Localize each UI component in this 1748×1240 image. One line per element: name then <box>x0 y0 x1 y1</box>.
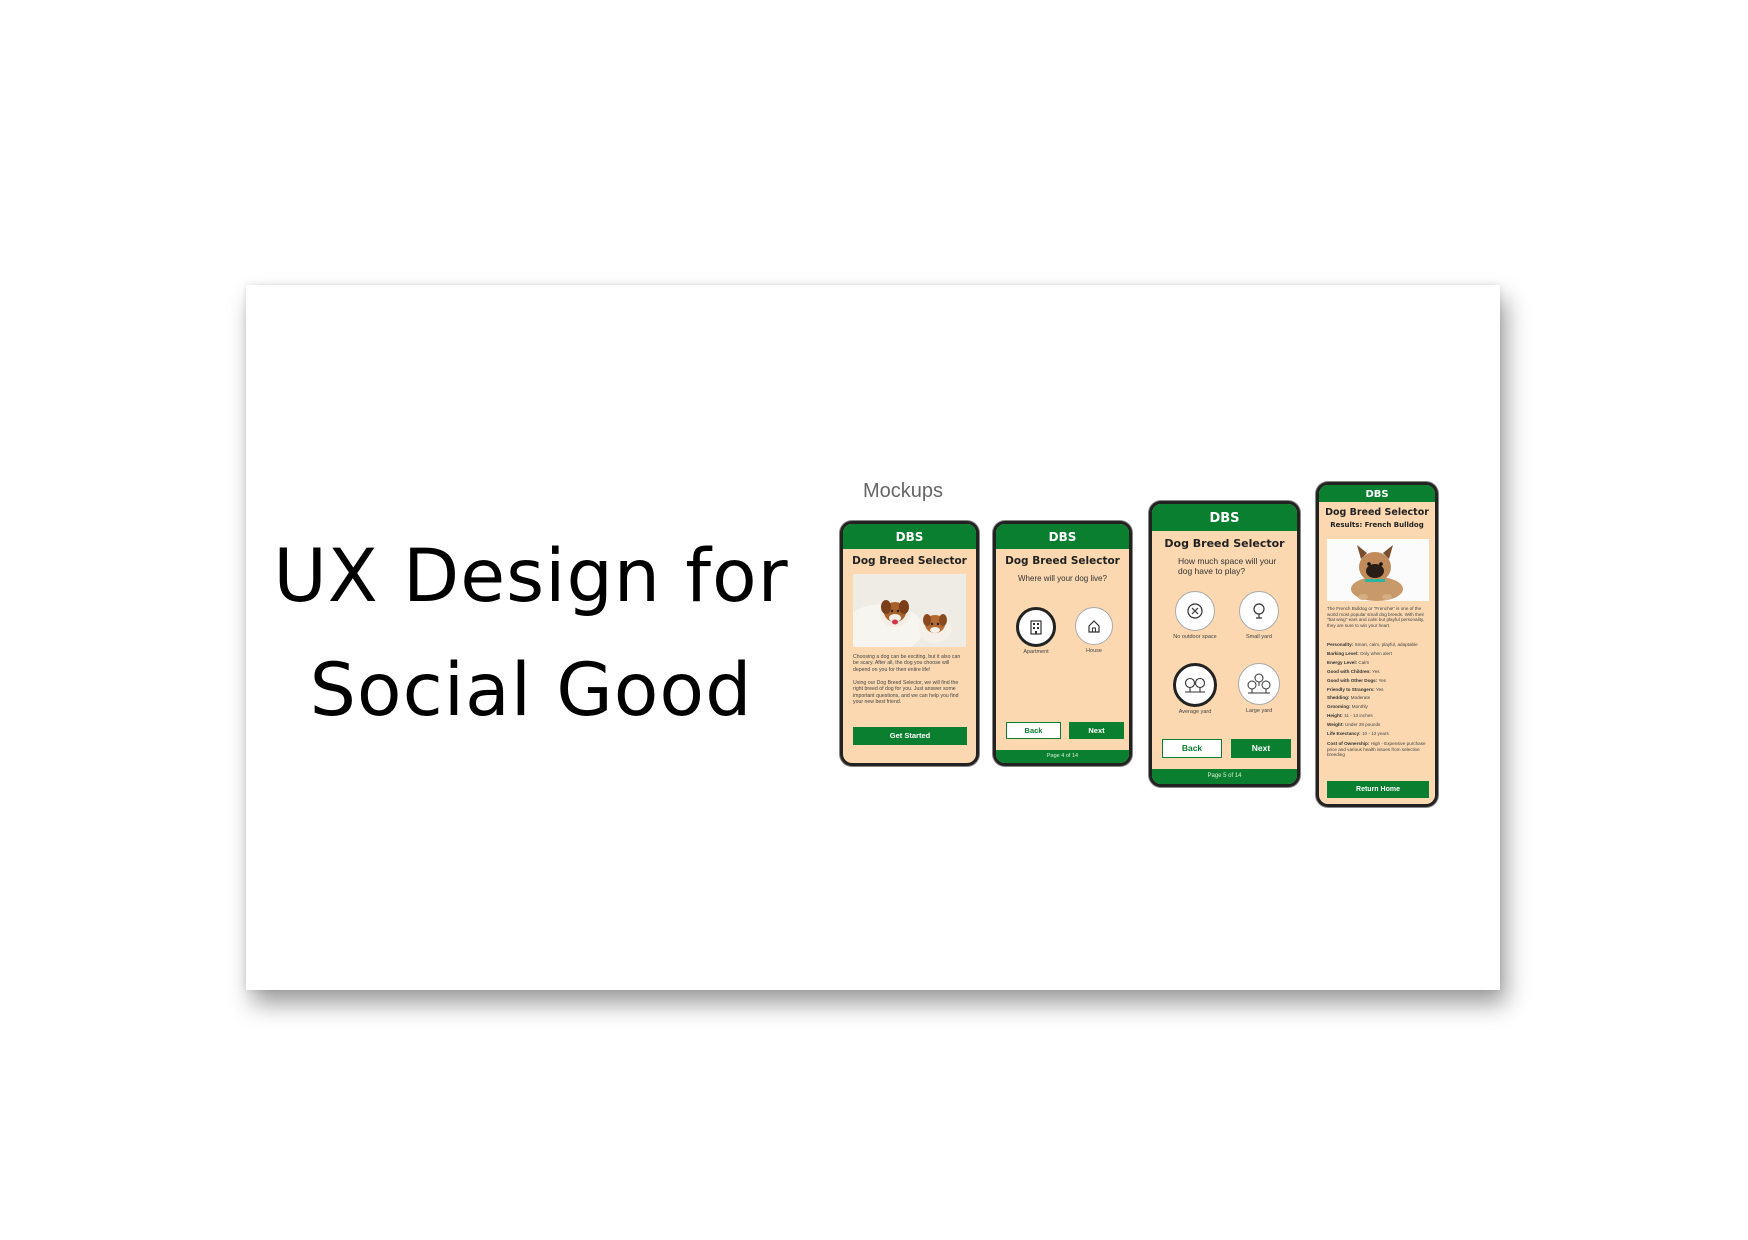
puppies-photo <box>853 574 966 647</box>
attribute-key: Good with Other Dogs: <box>1327 677 1378 683</box>
attribute-value: Under 28 pounds <box>1345 722 1381 728</box>
option-large-yard[interactable]: Large yard <box>1234 663 1284 714</box>
app-header: DBS <box>843 524 976 549</box>
option-label: Small yard <box>1246 634 1272 640</box>
breed-attribute-row: Energy Level: Calm <box>1327 659 1433 668</box>
option-label: Average yard <box>1178 709 1212 715</box>
question-text: How much space will your dog have to pla… <box>1178 556 1277 576</box>
breed-attribute-row: Life Exectancy: 10 - 12 years <box>1327 730 1433 739</box>
attribute-key: Friendly to Strangers: <box>1327 686 1375 692</box>
breed-attribute-row: Height: 11 - 13 inches <box>1327 712 1433 721</box>
attribute-value: Yes <box>1375 686 1384 692</box>
attribute-key: Personality: <box>1327 642 1354 647</box>
two-trees-icon <box>1173 663 1217 707</box>
app-header: DBS <box>1319 485 1435 502</box>
attribute-value: Yes <box>1378 677 1386 683</box>
breed-attribute-row: Friendly to Strangers: Yes <box>1327 686 1433 695</box>
breed-attribute-row: Shedding: Moderate <box>1327 694 1433 703</box>
back-button[interactable]: Back <box>1162 739 1222 758</box>
option-label: Large yard <box>1245 708 1273 714</box>
breed-attribute-row: Good with Other Dogs: Yes <box>1327 677 1433 686</box>
app-header: DBS <box>1152 504 1297 531</box>
attribute-key: Grooming: <box>1327 704 1351 710</box>
house-icon <box>1075 607 1113 645</box>
phone-mockup-play-space: DBS Dog Breed Selector How much space wi… <box>1149 501 1300 787</box>
intro-paragraph-1: Choosing a dog can be exciting, but it a… <box>853 654 961 673</box>
attribute-key: Barking Level: <box>1327 650 1359 656</box>
attribute-key: Cost of Ownership: <box>1327 740 1370 746</box>
breed-attribute-row: Barking Level: Only when alert <box>1327 650 1433 659</box>
option-small-yard[interactable]: Small yard <box>1234 591 1284 640</box>
question-text: Where will your dog live? <box>1018 574 1107 583</box>
slide: UX Design for Social Good Mockups DBS Do… <box>246 285 1500 990</box>
option-average-yard[interactable]: Average yard <box>1168 663 1222 715</box>
attribute-key: Life Exectancy: <box>1327 731 1361 737</box>
app-title: Dog Breed Selector <box>852 555 967 567</box>
attribute-value: Monthly <box>1351 704 1368 710</box>
attribute-value: Moderate <box>1350 695 1371 701</box>
attribute-value: 10 - 12 years <box>1361 731 1389 737</box>
breed-attribute-row: Cost of Ownership: High - Expensive purc… <box>1327 741 1433 758</box>
option-apartment[interactable]: Apartment <box>1014 607 1058 655</box>
breed-attribute-row: Weight: Under 28 pounds <box>1327 721 1433 730</box>
attribute-value: Smart, calm, playful, adaptable <box>1354 642 1418 647</box>
attribute-key: Energy Level: <box>1327 659 1358 665</box>
phone-mockup-welcome: DBS Dog Breed Selector Choosing a dog ca… <box>840 521 979 766</box>
get-started-button[interactable]: Get Started <box>853 727 967 745</box>
french-bulldog-illustration <box>1327 539 1429 601</box>
breed-attribute-row: Personality: Smart, calm, playful, adapt… <box>1327 641 1433 650</box>
attribute-value: Yes <box>1372 668 1380 674</box>
attribute-key: Good with Children: <box>1327 668 1371 674</box>
slide-title: UX Design for Social Good <box>246 520 816 748</box>
attribute-value: 11 - 13 inches <box>1344 713 1373 719</box>
back-button[interactable]: Back <box>1006 722 1061 739</box>
option-no-outdoor-space[interactable]: No outdoor space <box>1170 591 1220 641</box>
intro-paragraph-2: Using our Dog Breed Selector, we will fi… <box>853 680 959 706</box>
app-header: DBS <box>996 524 1129 549</box>
option-label: House <box>1086 648 1102 654</box>
results-subtitle: Results: French Bulldog <box>1330 521 1424 529</box>
x-circle-icon <box>1175 591 1215 631</box>
attribute-value: Only when alert <box>1359 650 1392 656</box>
option-label: No outdoor space <box>1173 634 1217 640</box>
attribute-key: Weight: <box>1327 722 1344 728</box>
three-trees-icon <box>1238 663 1280 705</box>
option-label: Apartment <box>1023 649 1049 655</box>
attribute-key: Shedding: <box>1327 695 1350 701</box>
breed-attribute-row: Grooming: Monthly <box>1327 703 1433 712</box>
puppies-illustration <box>853 574 966 647</box>
app-title: Dog Breed Selector <box>1325 507 1429 518</box>
tree-icon <box>1239 591 1279 631</box>
french-bulldog-photo <box>1327 539 1429 601</box>
phone-mockup-where-live: DBS Dog Breed Selector Where will your d… <box>993 521 1132 766</box>
phone-mockup-results: DBS Dog Breed Selector Results: French B… <box>1316 482 1438 807</box>
return-home-button[interactable]: Return Home <box>1327 781 1429 798</box>
building-icon <box>1016 607 1056 647</box>
page-indicator: Page 5 of 14 <box>1152 769 1297 784</box>
next-button[interactable]: Next <box>1069 722 1124 739</box>
title-line-2: Social Good <box>309 648 753 733</box>
app-title: Dog Breed Selector <box>1164 537 1285 550</box>
breed-attributes-list: Personality: Smart, calm, playful, adapt… <box>1327 641 1433 758</box>
title-line-1: UX Design for <box>273 534 789 619</box>
breed-attribute-row: Good with Children: Yes <box>1327 668 1433 677</box>
next-button[interactable]: Next <box>1231 739 1291 758</box>
app-title: Dog Breed Selector <box>1005 555 1120 567</box>
page-indicator: Page 4 of 14 <box>996 750 1129 763</box>
mockups-label: Mockups <box>863 480 944 502</box>
attribute-value: Calm <box>1358 659 1370 665</box>
breed-description: The French Bulldog or "Frenchie" is one … <box>1327 606 1425 628</box>
attribute-key: Height: <box>1327 713 1343 719</box>
option-house[interactable]: House <box>1072 607 1116 654</box>
